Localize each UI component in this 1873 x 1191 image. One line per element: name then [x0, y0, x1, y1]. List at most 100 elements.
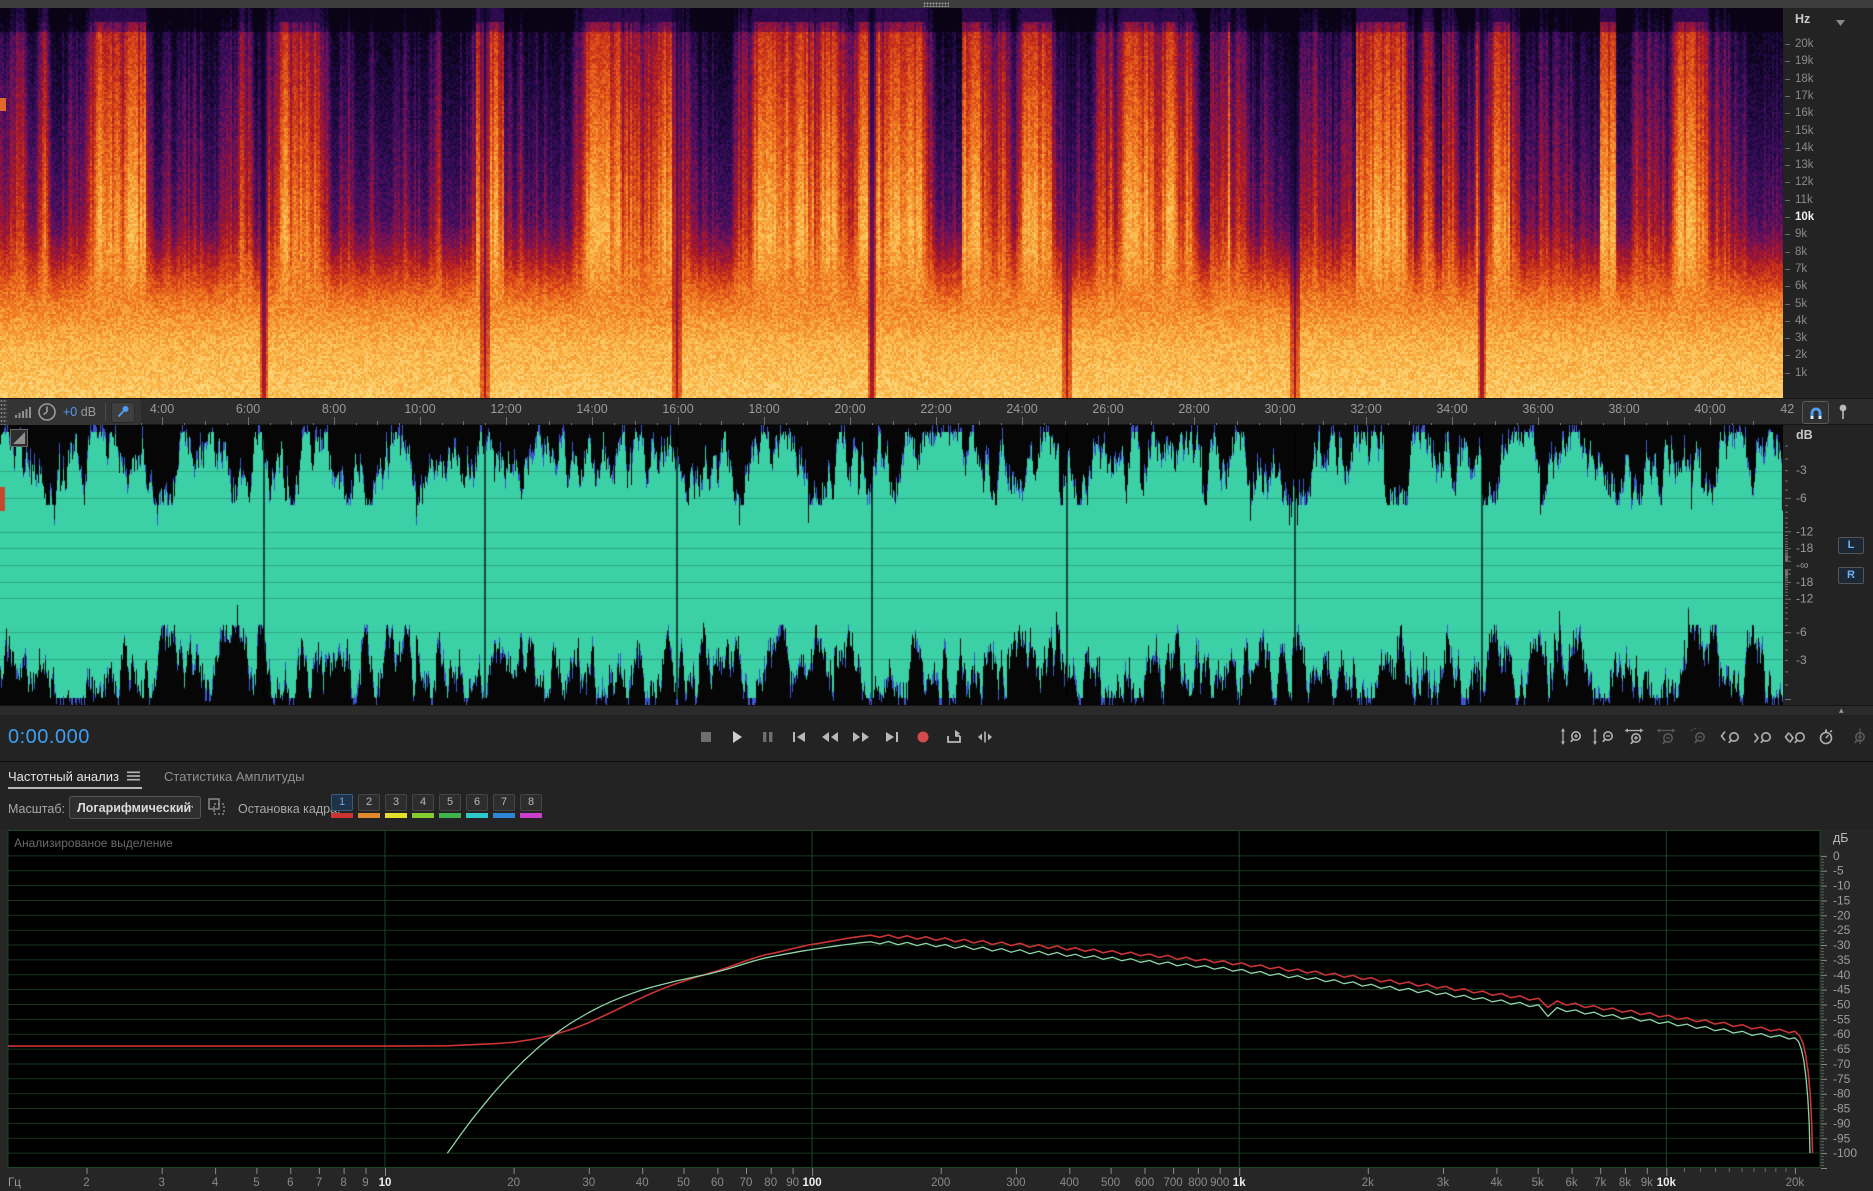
hz-tick [1785, 165, 1790, 167]
channel-badge-r[interactable]: R [1838, 567, 1864, 584]
svg-text:4k: 4k [1490, 1177, 1502, 1189]
skip-to-end-button[interactable] [879, 725, 905, 749]
spectrogram-display[interactable] [0, 8, 1783, 398]
hz-tick [1785, 251, 1790, 253]
timeline-label: 34:00 [1436, 402, 1468, 416]
zoom-out-horizontal-button[interactable] [1654, 725, 1680, 749]
hold-frame-button-3[interactable]: 3 [385, 794, 407, 818]
timeline-label: 36:00 [1522, 402, 1554, 416]
select-all-corner-handle[interactable] [10, 429, 28, 452]
hold-frame-button-5[interactable]: 5 [439, 794, 461, 818]
scale-value: Логарифмический [77, 800, 192, 815]
marker-pin-icon[interactable] [1836, 403, 1850, 426]
channel-badge-l[interactable]: L [1838, 537, 1864, 554]
frequency-analysis-chart[interactable]: Анализированое выделение дБ 0-5-10-15-20-2… [0, 830, 1873, 1191]
hz-label: 8k [1795, 245, 1808, 258]
stop-button[interactable] [693, 725, 719, 749]
tab-frequency-analysis[interactable]: Частотный анализ [8, 762, 142, 790]
zoom-in-selection-end-button[interactable] [1750, 725, 1776, 749]
amplitude-scale: dB -3 -3 -6 -6 -12 -12 -18 -18 -∞ [1783, 425, 1873, 705]
zoom-in-horizontal-button[interactable] [1622, 725, 1648, 749]
copy-graph-button[interactable] [207, 798, 227, 818]
grip-dots-icon [923, 2, 949, 7]
svg-text:-95: -95 [1833, 1131, 1851, 1145]
hold-frame-button-1[interactable]: 1 [331, 794, 353, 818]
svg-text:900: 900 [1210, 1177, 1229, 1189]
timeline-ruler-strip: 2:004:006:008:0010:0012:0014:0016:0018:0… [0, 399, 1795, 426]
skip-to-start-button[interactable] [786, 725, 812, 749]
svg-text:-3: -3 [1796, 653, 1807, 667]
gain-unit: dB [80, 405, 97, 419]
svg-text:5: 5 [253, 1177, 259, 1189]
hz-tick [1785, 95, 1790, 97]
audition-editor-window: Hz 20k 19k 18k 17k 16k 15k 14k 13k 12k 11k 10k 9k 8k… [0, 0, 1873, 1191]
fast-forward-button[interactable] [848, 725, 874, 749]
svg-text:90: 90 [786, 1177, 799, 1189]
hz-label: 19k [1795, 55, 1814, 68]
skip-selection-button[interactable] [972, 725, 998, 749]
panel-resize-handle[interactable] [0, 0, 1873, 8]
loop-playback-button[interactable] [941, 725, 967, 749]
pin-playhead-button[interactable] [111, 401, 136, 423]
transport-buttons [693, 725, 998, 749]
playhead-marker[interactable] [0, 98, 6, 111]
svg-text:4: 4 [212, 1177, 219, 1189]
svg-text:10k: 10k [1657, 1177, 1677, 1189]
hz-label: 4k [1795, 314, 1808, 327]
svg-text:-75: -75 [1833, 1072, 1851, 1086]
hz-tick [1785, 78, 1790, 80]
hold-frame-button-7[interactable]: 7 [493, 794, 515, 818]
snap-magnet-button[interactable] [1802, 401, 1829, 424]
timed-record-button[interactable] [1814, 725, 1840, 749]
zoom-in-selection-start-button[interactable] [1718, 725, 1744, 749]
zoom-out-full-button[interactable] [1686, 725, 1712, 749]
waveform-display[interactable] [0, 425, 1783, 705]
hold-frame-button-2[interactable]: 2 [358, 794, 380, 818]
svg-text:2: 2 [83, 1177, 89, 1189]
toolbar-grip[interactable] [0, 399, 7, 425]
play-button[interactable] [724, 725, 750, 749]
timeline-ruler[interactable]: 2:004:006:008:0010:0012:0014:0016:0018:0… [0, 398, 1873, 426]
pause-button[interactable] [755, 725, 781, 749]
hz-label: 11k [1795, 193, 1813, 206]
svg-text:-85: -85 [1833, 1102, 1851, 1116]
zoom-in-vertical-button[interactable] [1558, 725, 1584, 749]
gain-display[interactable]: +0 dB [63, 405, 96, 419]
hold-frame-button-6[interactable]: 6 [466, 794, 488, 818]
hz-tick [1785, 199, 1790, 201]
svg-text:700: 700 [1164, 1177, 1183, 1189]
hz-tick [1785, 130, 1790, 132]
hz-label: 9k [1795, 228, 1808, 241]
transport-bar: 0:00.000 [0, 715, 1873, 762]
tab-amplitude-statistics[interactable]: Статистика Амплитуды [164, 762, 304, 790]
hz-tick [1785, 113, 1790, 115]
record-button[interactable] [910, 725, 936, 749]
frame-number: 3 [385, 794, 407, 811]
clock-icon[interactable] [35, 400, 59, 424]
hz-label: 3k [1795, 332, 1808, 345]
svg-text:8k: 8k [1619, 1177, 1631, 1189]
svg-text:7: 7 [316, 1177, 322, 1189]
timecode-display[interactable]: 0:00.000 [8, 726, 90, 749]
zoom-to-selection-button[interactable] [1782, 725, 1808, 749]
panel-resize-arrow[interactable]: ▴ [1839, 705, 1844, 715]
svg-text:400: 400 [1060, 1177, 1079, 1189]
svg-text:-70: -70 [1833, 1057, 1851, 1071]
zoom-out-vertical-button[interactable] [1590, 725, 1616, 749]
rewind-button[interactable] [817, 725, 843, 749]
hold-frame-button-8[interactable]: 8 [520, 794, 542, 818]
svg-text:8: 8 [340, 1177, 346, 1189]
hold-frame-button-4[interactable]: 4 [412, 794, 434, 818]
svg-text:-65: -65 [1833, 1042, 1851, 1056]
levels-meter-icon[interactable] [11, 400, 35, 424]
timeline-label: 14:00 [576, 402, 608, 416]
hz-label: 14k [1795, 141, 1814, 154]
reset-vertical-zoom-button[interactable] [1846, 725, 1872, 749]
svg-text:3k: 3k [1437, 1177, 1449, 1189]
svg-text:20k: 20k [1786, 1177, 1805, 1189]
svg-text:-40: -40 [1833, 968, 1851, 982]
panel-menu-icon[interactable] [126, 769, 140, 784]
hz-tick [1785, 268, 1790, 270]
panel-menu-caret-icon[interactable] [1836, 13, 1845, 31]
scale-select[interactable]: Логарифмический [69, 796, 201, 819]
